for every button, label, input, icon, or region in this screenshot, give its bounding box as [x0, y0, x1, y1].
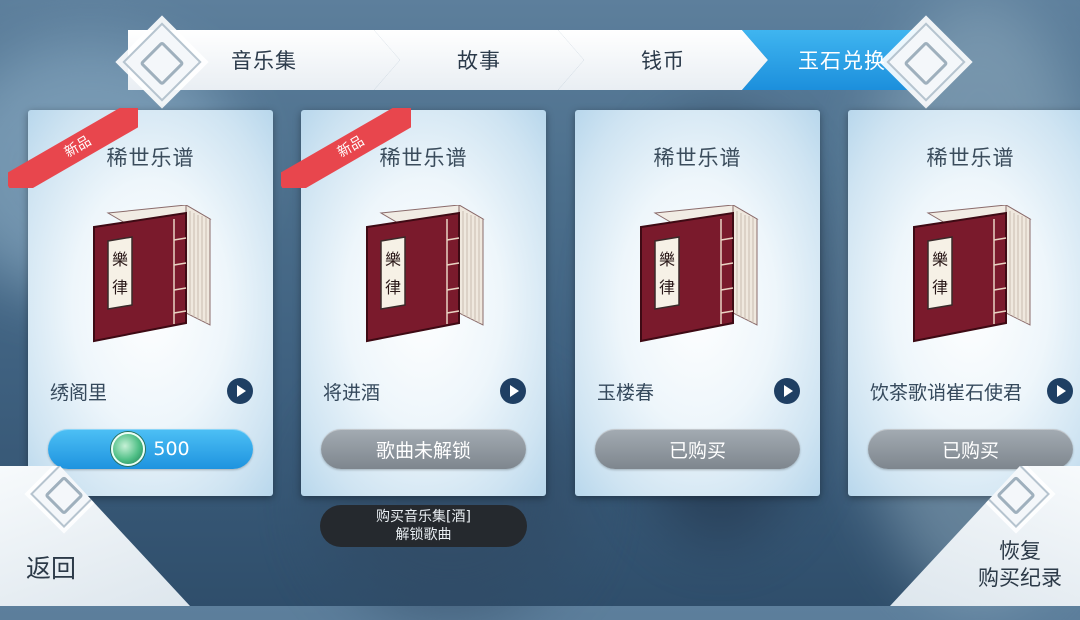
- button-label: 500: [153, 438, 190, 460]
- song-card[interactable]: 稀世乐谱 樂 律 饮茶歌诮崔石使君已购买: [848, 110, 1080, 496]
- play-icon[interactable]: [774, 378, 800, 404]
- tab-label: 钱币: [641, 49, 685, 73]
- locked-button[interactable]: 歌曲未解锁: [321, 429, 526, 469]
- tab-bar: 音乐集 故事 钱币 玉石兑换: [122, 22, 966, 102]
- song-name: 玉楼春: [597, 382, 655, 404]
- tooltip-line-1: 购买音乐集[酒]: [376, 509, 471, 525]
- tab-label: 故事: [457, 49, 501, 73]
- restore-line-2: 购买纪录: [978, 566, 1062, 590]
- music-book-icon: 樂 律: [633, 204, 763, 345]
- song-name: 饮茶歌诮崔石使君: [870, 382, 1023, 404]
- play-icon[interactable]: [227, 378, 253, 404]
- svg-text:律: 律: [112, 278, 128, 297]
- song-name: 绣阁里: [50, 382, 108, 404]
- song-card[interactable]: 稀世乐谱 樂 律 玉楼春已购买: [575, 110, 820, 496]
- purchased-button[interactable]: 已购买: [595, 429, 800, 469]
- buy-button[interactable]: 500: [48, 429, 253, 469]
- music-book-icon: 樂 律: [86, 204, 216, 345]
- restore-purchases-label: 恢复 购买纪录: [970, 538, 1070, 592]
- music-book-icon: 樂 律: [359, 204, 489, 345]
- svg-text:律: 律: [932, 278, 948, 297]
- play-icon[interactable]: [1047, 378, 1073, 404]
- button-label: 已购买: [941, 439, 999, 462]
- tab-label: 音乐集: [231, 49, 297, 73]
- card-title: 稀世乐谱: [926, 146, 1015, 170]
- button-label: 歌曲未解锁: [375, 439, 471, 462]
- card-title: 稀世乐谱: [106, 146, 195, 170]
- tooltip-line-2: 解锁歌曲: [395, 527, 452, 543]
- svg-text:樂: 樂: [659, 250, 675, 269]
- jade-coin-icon: [111, 432, 146, 466]
- play-icon[interactable]: [500, 378, 526, 404]
- svg-text:樂: 樂: [112, 250, 128, 269]
- song-card[interactable]: 新品 稀世乐谱 樂 律 绣阁里 500: [8, 108, 273, 496]
- restore-line-1: 恢复: [999, 539, 1041, 563]
- back-label: 返回: [26, 554, 77, 583]
- tab-coins[interactable]: 钱币: [558, 30, 768, 90]
- tab-story[interactable]: 故事: [374, 30, 584, 90]
- song-name: 将进酒: [323, 382, 381, 404]
- svg-text:樂: 樂: [932, 250, 948, 269]
- tab-label: 玉石兑换: [798, 49, 886, 73]
- card-title: 稀世乐谱: [653, 146, 742, 170]
- svg-text:律: 律: [385, 278, 401, 297]
- unlock-tooltip: 购买音乐集[酒] 解锁歌曲: [320, 505, 527, 547]
- purchased-button[interactable]: 已购买: [868, 429, 1073, 469]
- button-label: 已购买: [668, 439, 726, 462]
- song-card[interactable]: 新品 稀世乐谱 樂 律 将进酒 歌曲未解锁: [281, 108, 546, 496]
- svg-text:律: 律: [659, 278, 675, 297]
- music-book-icon: 樂 律: [906, 204, 1036, 345]
- card-title: 稀世乐谱: [379, 146, 468, 170]
- svg-text:樂: 樂: [385, 250, 401, 269]
